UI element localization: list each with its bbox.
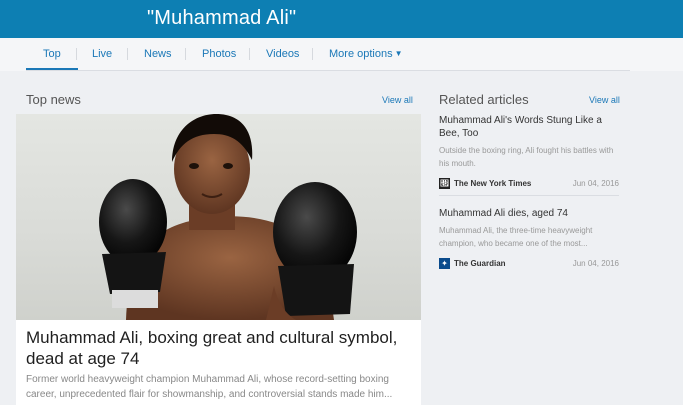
related-article-source: The New York Times: [454, 179, 532, 188]
tab-news[interactable]: News: [144, 48, 172, 60]
more-options-label: More options: [329, 48, 393, 60]
nyt-logo-icon: 𝔿: [439, 178, 450, 189]
top-news-view-all-link[interactable]: View all: [382, 95, 413, 105]
app-header: "Muhammad Ali": [0, 0, 683, 38]
tab-more-options[interactable]: More options ▼: [329, 48, 403, 60]
tab-divider: [185, 48, 186, 60]
related-view-all-link[interactable]: View all: [589, 95, 620, 105]
tab-divider: [312, 48, 313, 60]
top-news-card[interactable]: Muhammad Ali, boxing great and cultural …: [16, 114, 421, 405]
related-articles-heading: Related articles: [439, 92, 529, 107]
tab-top[interactable]: Top: [26, 48, 78, 71]
top-news-heading: Top news: [26, 92, 81, 107]
top-news-summary: Former world heavyweight champion Muhamm…: [26, 374, 393, 400]
related-article-footer: ✦ The Guardian Jun 04, 2016: [439, 258, 619, 270]
top-news-headline[interactable]: Muhammad Ali, boxing great and cultural …: [26, 327, 416, 369]
search-query-title: "Muhammad Ali": [147, 7, 297, 29]
tab-divider: [76, 48, 77, 60]
boxer-photo-illustration: [99, 114, 357, 320]
related-article-date: Jun 04, 2016: [572, 259, 619, 268]
tab-bar-rule: [26, 70, 630, 71]
related-article-source: The Guardian: [454, 259, 506, 268]
tab-videos[interactable]: Videos: [266, 48, 299, 60]
chevron-down-icon: ▼: [394, 49, 403, 58]
tab-bar: Top Live News Photos Videos More options…: [0, 38, 683, 71]
related-article-snippet: Outside the boxing ring, Ali fought his …: [439, 146, 614, 168]
related-article[interactable]: Muhammad Ali's Words Stung Like a Bee, T…: [439, 114, 619, 190]
guardian-logo-icon: ✦: [439, 258, 450, 269]
tab-divider: [127, 48, 128, 60]
related-article-title[interactable]: Muhammad Ali's Words Stung Like a Bee, T…: [439, 114, 619, 140]
tab-divider: [249, 48, 250, 60]
tab-live[interactable]: Live: [92, 48, 112, 60]
related-article-title[interactable]: Muhammad Ali dies, aged 74: [439, 207, 619, 220]
related-article-date: Jun 04, 2016: [572, 179, 619, 188]
related-article-footer: 𝔿 The New York Times Jun 04, 2016: [439, 178, 619, 190]
related-article-snippet: Muhammad Ali, the three-time heavyweight…: [439, 226, 593, 248]
tab-photos[interactable]: Photos: [202, 48, 236, 60]
related-article[interactable]: Muhammad Ali dies, aged 74 Muhammad Ali,…: [439, 207, 619, 270]
boxer-photo[interactable]: [16, 114, 421, 320]
related-divider: [439, 195, 619, 196]
